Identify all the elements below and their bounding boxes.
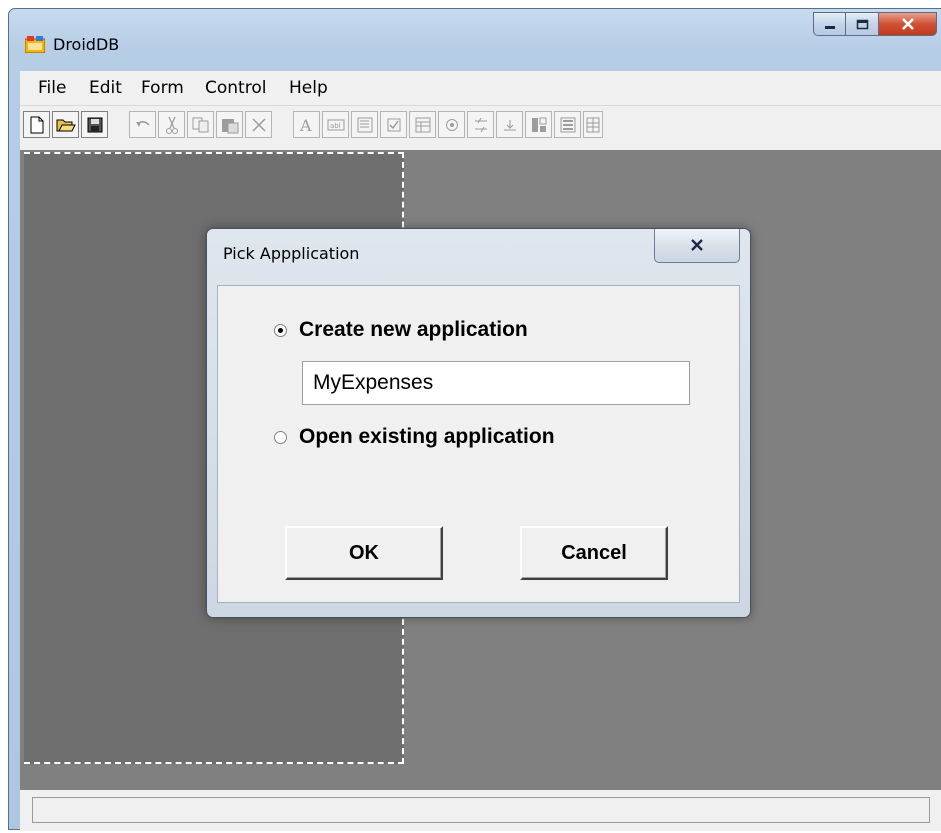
layout-tool-icon: [531, 117, 547, 133]
menu-help[interactable]: Help: [289, 78, 328, 98]
paste-button[interactable]: [216, 111, 243, 138]
cancel-button[interactable]: Cancel: [520, 526, 668, 580]
ok-button[interactable]: OK: [285, 526, 443, 580]
minimize-button[interactable]: [813, 12, 846, 36]
layout-tool-button[interactable]: [525, 111, 552, 138]
spinner-tool-icon: [473, 117, 489, 133]
save-button[interactable]: [81, 111, 108, 138]
checkbox-tool-button[interactable]: [380, 111, 407, 138]
create-new-option[interactable]: Create new application: [274, 318, 528, 342]
spinner-tool-button[interactable]: [467, 111, 494, 138]
open-existing-label[interactable]: Open existing application: [299, 425, 555, 449]
toolbar: A abl: [20, 106, 941, 150]
cut-button[interactable]: [158, 111, 185, 138]
paste-icon: [221, 116, 239, 134]
new-button[interactable]: [23, 111, 50, 138]
menu-file[interactable]: File: [38, 78, 66, 98]
copy-icon: [192, 117, 210, 133]
table-tool-icon: [586, 117, 600, 133]
textbox-tool-icon: abl: [327, 118, 345, 132]
menu-control[interactable]: Control: [205, 78, 266, 98]
cut-icon: [165, 116, 179, 134]
open-button[interactable]: [52, 111, 79, 138]
save-icon: [87, 117, 103, 133]
label-tool-button[interactable]: A: [293, 111, 320, 138]
close-icon: [901, 15, 915, 34]
align-tool-icon: [502, 118, 518, 132]
copy-button[interactable]: [187, 111, 214, 138]
maximize-button[interactable]: [846, 12, 879, 36]
menu-bar: File Edit Form Control Help: [20, 71, 941, 106]
menu-edit[interactable]: Edit: [89, 78, 122, 98]
title-bar[interactable]: DroidDB: [9, 9, 941, 69]
form-tool-icon: [560, 117, 576, 133]
label-tool-icon: A: [298, 117, 316, 133]
open-icon: [56, 117, 76, 133]
dialog-body: Create new application Open existing app…: [217, 285, 740, 603]
open-existing-radio[interactable]: [274, 430, 287, 444]
close-button[interactable]: [879, 12, 937, 36]
undo-button[interactable]: [129, 111, 156, 138]
status-field: [32, 797, 930, 823]
minimize-icon: [824, 15, 836, 34]
app-icon: [24, 35, 46, 54]
status-bar: [20, 790, 941, 831]
align-tool-button[interactable]: [496, 111, 523, 138]
maximize-icon: [856, 15, 869, 34]
undo-icon: [134, 118, 152, 132]
application-name-input[interactable]: [302, 361, 690, 405]
svg-text:abl: abl: [330, 122, 341, 130]
delete-button[interactable]: [245, 111, 272, 138]
textbox-tool-button[interactable]: abl: [322, 111, 349, 138]
open-existing-option[interactable]: Open existing application: [274, 425, 555, 449]
close-icon: [690, 236, 704, 255]
create-new-label[interactable]: Create new application: [299, 318, 528, 342]
pick-application-dialog: Pick Appplication Create new application…: [206, 228, 751, 618]
radio-tool-icon: [445, 118, 459, 132]
table-tool-button[interactable]: [583, 111, 603, 138]
menu-form[interactable]: Form: [141, 78, 184, 98]
checkbox-tool-icon: [387, 118, 401, 132]
window-title: DroidDB: [53, 35, 120, 54]
radio-tool-button[interactable]: [438, 111, 465, 138]
listbox-tool-icon: [357, 117, 373, 133]
svg-text:A: A: [299, 117, 312, 133]
delete-icon: [251, 117, 267, 133]
dialog-title: Pick Appplication: [223, 244, 360, 263]
dialog-close-button[interactable]: [654, 229, 740, 263]
new-icon: [29, 116, 45, 134]
create-new-radio[interactable]: [274, 323, 287, 337]
form-tool-button[interactable]: [554, 111, 581, 138]
grid-tool-icon: [415, 117, 431, 133]
grid-tool-button[interactable]: [409, 111, 436, 138]
listbox-tool-button[interactable]: [351, 111, 378, 138]
